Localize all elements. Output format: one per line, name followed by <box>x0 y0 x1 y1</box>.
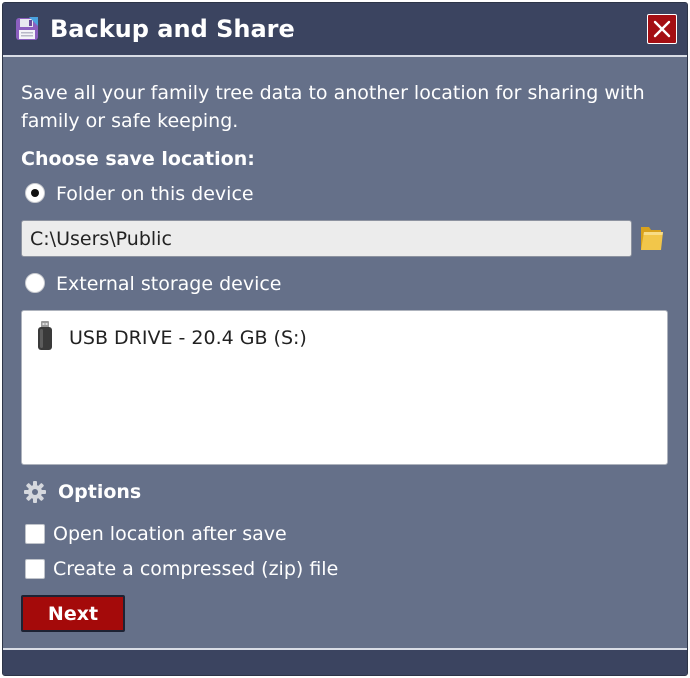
radio-button-unselected[interactable] <box>25 273 45 293</box>
dialog-title: Backup and Share <box>50 15 295 43</box>
usb-drive-icon <box>36 321 54 351</box>
radio-label: External storage device <box>56 273 282 295</box>
checkbox[interactable] <box>25 524 45 544</box>
options-heading: Options <box>58 481 142 503</box>
checkbox[interactable] <box>25 559 45 579</box>
device-label: USB DRIVE - 20.4 GB (S:) <box>69 327 307 349</box>
next-button[interactable]: Next <box>21 595 125 632</box>
gear-icon <box>23 480 47 504</box>
folder-path-input[interactable] <box>21 220 632 257</box>
save-location-heading: Choose save location: <box>21 148 255 170</box>
checkbox-label: Open location after save <box>53 523 287 545</box>
storage-device-list[interactable]: USB DRIVE - 20.4 GB (S:) <box>21 310 668 465</box>
backup-share-dialog: Backup and Share Save all your family tr… <box>2 2 688 676</box>
close-button[interactable] <box>647 14 677 44</box>
dialog-description: Save all your family tree data to anothe… <box>21 82 645 132</box>
dialog-footer <box>3 648 687 675</box>
radio-button-selected[interactable] <box>25 183 45 203</box>
floppy-disk-icon <box>15 17 39 41</box>
list-item[interactable]: USB DRIVE - 20.4 GB (S:) <box>36 321 656 355</box>
checkbox-label: Create a compressed (zip) file <box>53 558 339 580</box>
title-bar[interactable]: Backup and Share <box>3 3 687 57</box>
browse-folder-button[interactable] <box>639 223 665 253</box>
radio-label: Folder on this device <box>56 183 254 205</box>
close-icon <box>653 20 671 38</box>
folder-icon <box>641 227 663 250</box>
